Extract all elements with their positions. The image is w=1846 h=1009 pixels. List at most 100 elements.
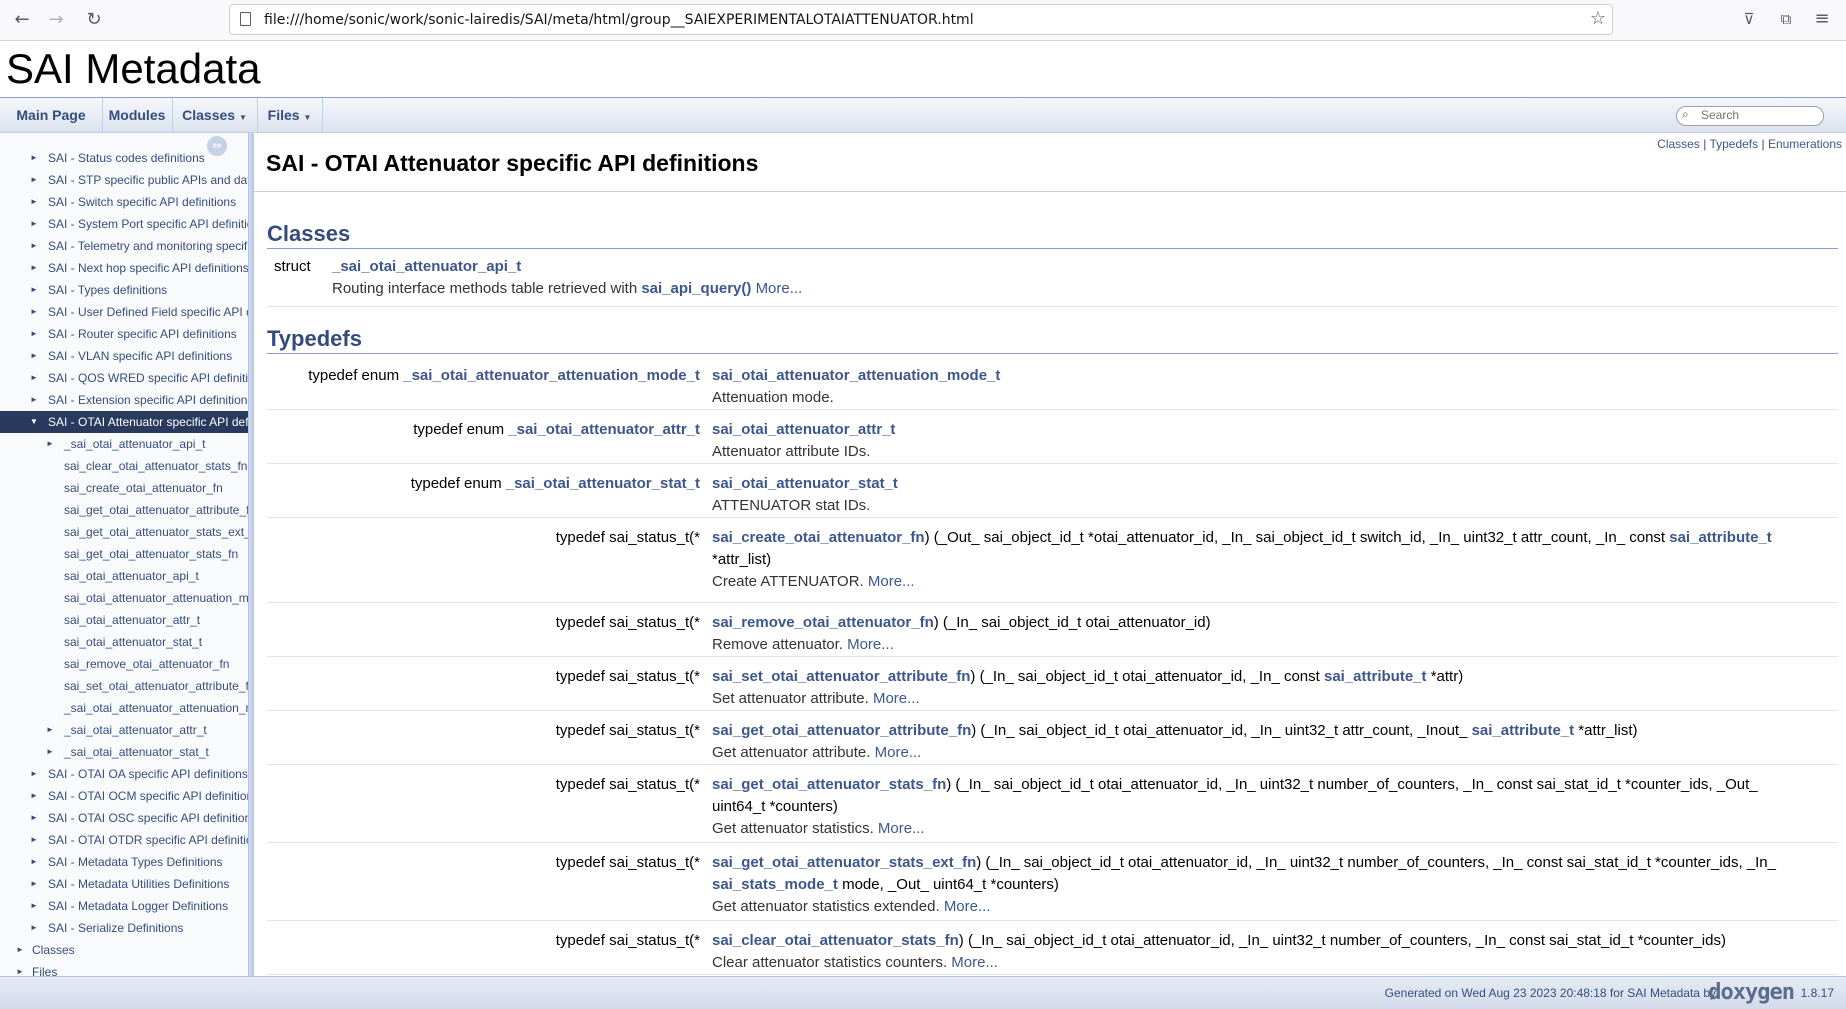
sidebar-item[interactable]: ► Classes	[0, 939, 248, 961]
extensions-icon[interactable]: ⧉	[1776, 9, 1796, 29]
collapsed-arrow-icon[interactable]: ►	[30, 829, 38, 851]
collapsed-arrow-icon[interactable]: ►	[30, 323, 38, 345]
typedef-source-link[interactable]: _sai_otai_attenuator_stat_t	[506, 475, 700, 492]
typedef-name-link[interactable]: sai_get_otai_attenuator_attribute_fn	[712, 722, 971, 739]
type-link[interactable]: sai_stats_mode_t	[712, 876, 838, 893]
collapsed-arrow-icon[interactable]: ►	[30, 895, 38, 917]
sidebar-item[interactable]: ► SAI - Types definitions	[0, 279, 248, 301]
sidebar-item[interactable]: ► SAI - Switch specific API definitions	[0, 191, 248, 213]
typedef-name-link[interactable]: sai_get_otai_attenuator_stats_fn	[712, 776, 946, 793]
sidebar-item[interactable]: ► SAI - Extension specific API definition…	[0, 389, 248, 411]
sidebar-item[interactable]: sai_otai_attenuator_attr_t	[0, 609, 248, 631]
more-link[interactable]: More...	[951, 954, 998, 971]
more-link[interactable]: More...	[878, 820, 925, 837]
more-link[interactable]: More...	[875, 744, 922, 761]
sidebar-item[interactable]: ► SAI - OTAI OTDR specific API definition…	[0, 829, 248, 851]
sidebar-item[interactable]: sai_set_otai_attenuator_attribute_fn	[0, 675, 248, 697]
doxygen-logo[interactable]: doxygen	[1708, 980, 1795, 1005]
tab-files[interactable]: Files ▼	[257, 98, 323, 133]
bookmark-star-icon[interactable]: ☆	[1590, 8, 1606, 29]
sidebar-item[interactable]: ► SAI - OTAI OCM specific API definitions	[0, 785, 248, 807]
sidebar-item[interactable]: ► SAI - OTAI OSC specific API definitions	[0, 807, 248, 829]
collapsed-arrow-icon[interactable]: ►	[30, 763, 38, 785]
pocket-icon[interactable]: ⊽	[1739, 9, 1759, 29]
more-link[interactable]: More...	[944, 898, 991, 915]
sidebar-item[interactable]: sai_get_otai_attenuator_stats_ext_fn	[0, 521, 248, 543]
typedef-name-link[interactable]: sai_remove_otai_attenuator_fn	[712, 614, 934, 631]
sai-api-query-link[interactable]: sai_api_query()	[641, 280, 751, 297]
sidebar-item[interactable]: ► SAI - OTAI OA specific API definitions	[0, 763, 248, 785]
sidebar-item[interactable]: ► SAI - STP specific public APIs and data	[0, 169, 248, 191]
summary-link-classes[interactable]: Classes	[1657, 137, 1700, 151]
collapsed-arrow-icon[interactable]: ►	[46, 433, 54, 455]
typedef-source-link[interactable]: _sai_otai_attenuator_attenuation_mode_t	[403, 367, 700, 384]
forward-arrow-icon[interactable]: →	[44, 8, 68, 32]
collapsed-arrow-icon[interactable]: ►	[16, 939, 24, 961]
tab-main-page[interactable]: Main Page	[0, 98, 103, 133]
collapsed-arrow-icon[interactable]: ►	[30, 785, 38, 807]
typedef-source-link[interactable]: _sai_otai_attenuator_attr_t	[508, 421, 700, 438]
tab-modules[interactable]: Modules	[102, 98, 173, 133]
collapsed-arrow-icon[interactable]: ►	[30, 191, 38, 213]
summary-link-typedefs[interactable]: Typedefs	[1709, 137, 1758, 151]
sidebar-item[interactable]: sai_remove_otai_attenuator_fn	[0, 653, 248, 675]
back-arrow-icon[interactable]: ←	[10, 8, 34, 32]
url-bar[interactable]: file:///home/sonic/work/sonic-lairedis/S…	[229, 4, 1613, 35]
sidebar-item[interactable]: ► _sai_otai_attenuator_api_t	[0, 433, 248, 455]
more-link[interactable]: More...	[873, 690, 920, 707]
reload-icon[interactable]: ↻	[82, 8, 106, 32]
collapsed-arrow-icon[interactable]: ►	[16, 961, 24, 976]
collapsed-arrow-icon[interactable]: ►	[30, 147, 38, 169]
typedef-name-link[interactable]: sai_create_otai_attenuator_fn	[712, 529, 925, 546]
sidebar-item[interactable]: ► SAI - Metadata Types Definitions	[0, 851, 248, 873]
sidebar-item[interactable]: _sai_otai_attenuator_attenuation_mode_t	[0, 697, 248, 719]
collapsed-arrow-icon[interactable]: ►	[30, 235, 38, 257]
search-icon[interactable]: ⌕	[1682, 107, 1689, 122]
more-link[interactable]: More...	[756, 280, 803, 297]
sidebar-item[interactable]: sai_otai_attenuator_attenuation_mode_t	[0, 587, 248, 609]
collapsed-arrow-icon[interactable]: ►	[30, 257, 38, 279]
collapsed-arrow-icon[interactable]: ►	[30, 301, 38, 323]
collapsed-arrow-icon[interactable]: ►	[46, 741, 54, 763]
collapsed-arrow-icon[interactable]: ►	[30, 873, 38, 895]
more-link[interactable]: More...	[868, 573, 915, 590]
sync-toggle-icon[interactable]: ⇔	[207, 136, 227, 156]
collapsed-arrow-icon[interactable]: ►	[30, 213, 38, 235]
typedef-name-link[interactable]: sai_otai_attenuator_attr_t	[712, 421, 895, 438]
collapsed-arrow-icon[interactable]: ►	[30, 367, 38, 389]
sidebar-item[interactable]: sai_otai_attenuator_api_t	[0, 565, 248, 587]
typedef-name-link[interactable]: sai_set_otai_attenuator_attribute_fn	[712, 668, 970, 685]
sidebar-item[interactable]: sai_otai_attenuator_stat_t	[0, 631, 248, 653]
hamburger-menu-icon[interactable]: ≡	[1812, 9, 1832, 29]
sidebar-item[interactable]: ► SAI - Next hop specific API definitions	[0, 257, 248, 279]
sidebar-item[interactable]: ► SAI - System Port specific API definiti…	[0, 213, 248, 235]
sidebar-item[interactable]: ► SAI - Metadata Utilities Definitions	[0, 873, 248, 895]
sidebar-item[interactable]: ► Files	[0, 961, 248, 976]
more-link[interactable]: More...	[847, 636, 894, 653]
sidebar-item[interactable]: ▼ SAI - OTAI Attenuator specific API def	[0, 411, 248, 433]
collapsed-arrow-icon[interactable]: ►	[30, 279, 38, 301]
sidebar-item[interactable]: sai_get_otai_attenuator_stats_fn	[0, 543, 248, 565]
expanded-arrow-icon[interactable]: ▼	[30, 411, 38, 433]
search-input[interactable]	[1701, 108, 1811, 122]
sidebar-item[interactable]: sai_create_otai_attenuator_fn	[0, 477, 248, 499]
typedef-name-link[interactable]: sai_otai_attenuator_attenuation_mode_t	[712, 367, 1000, 384]
sidebar-item[interactable]: ► SAI - VLAN specific API definitions	[0, 345, 248, 367]
sidebar-item[interactable]: ► SAI - Metadata Logger Definitions	[0, 895, 248, 917]
sidebar-item[interactable]: sai_get_otai_attenuator_attribute_fn	[0, 499, 248, 521]
typedef-name-link[interactable]: sai_clear_otai_attenuator_stats_fn	[712, 932, 959, 949]
collapsed-arrow-icon[interactable]: ►	[46, 719, 54, 741]
type-link[interactable]: sai_attribute_t	[1324, 668, 1427, 685]
sidebar-item[interactable]: ► SAI - Router specific API definitions	[0, 323, 248, 345]
sidebar-item[interactable]: ► _sai_otai_attenuator_stat_t	[0, 741, 248, 763]
sidebar-item[interactable]: ► _sai_otai_attenuator_attr_t	[0, 719, 248, 741]
type-link[interactable]: sai_attribute_t	[1472, 722, 1575, 739]
class-link[interactable]: _sai_otai_attenuator_api_t	[332, 258, 521, 275]
search-box[interactable]: ⌕	[1676, 106, 1824, 126]
collapsed-arrow-icon[interactable]: ►	[30, 917, 38, 939]
sidebar-item[interactable]: ► SAI - Serialize Definitions	[0, 917, 248, 939]
sidebar-item[interactable]: ► SAI - QOS WRED specific API definitions	[0, 367, 248, 389]
collapsed-arrow-icon[interactable]: ►	[30, 169, 38, 191]
collapsed-arrow-icon[interactable]: ►	[30, 389, 38, 411]
sidebar-item[interactable]: sai_clear_otai_attenuator_stats_fn	[0, 455, 248, 477]
